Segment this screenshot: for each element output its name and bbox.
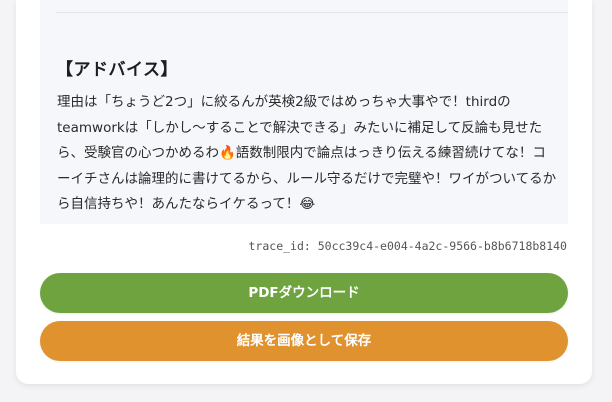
trace-id: trace_id: 50cc39c4-e004-4a2c-9566-b8b671…: [248, 239, 568, 253]
advice-body: 理由は「ちょうど2つ」に絞るんが英検2級ではめっちゃ大事やで！thirdのtea…: [57, 94, 557, 212]
advice-panel: 【アドバイス】 理由は「ちょうど2つ」に絞るんが英検2級ではめっちゃ大事やで！t…: [40, 0, 568, 224]
advice-title: 【アドバイス】: [56, 60, 178, 80]
pdf-download-button[interactable]: PDFダウンロード: [40, 273, 568, 313]
result-card: 【アドバイス】 理由は「ちょうど2つ」に絞るんが英検2級ではめっちゃ大事やで！t…: [16, 0, 592, 384]
section-divider: [56, 12, 568, 13]
save-as-image-button[interactable]: 結果を画像として保存: [40, 321, 568, 361]
